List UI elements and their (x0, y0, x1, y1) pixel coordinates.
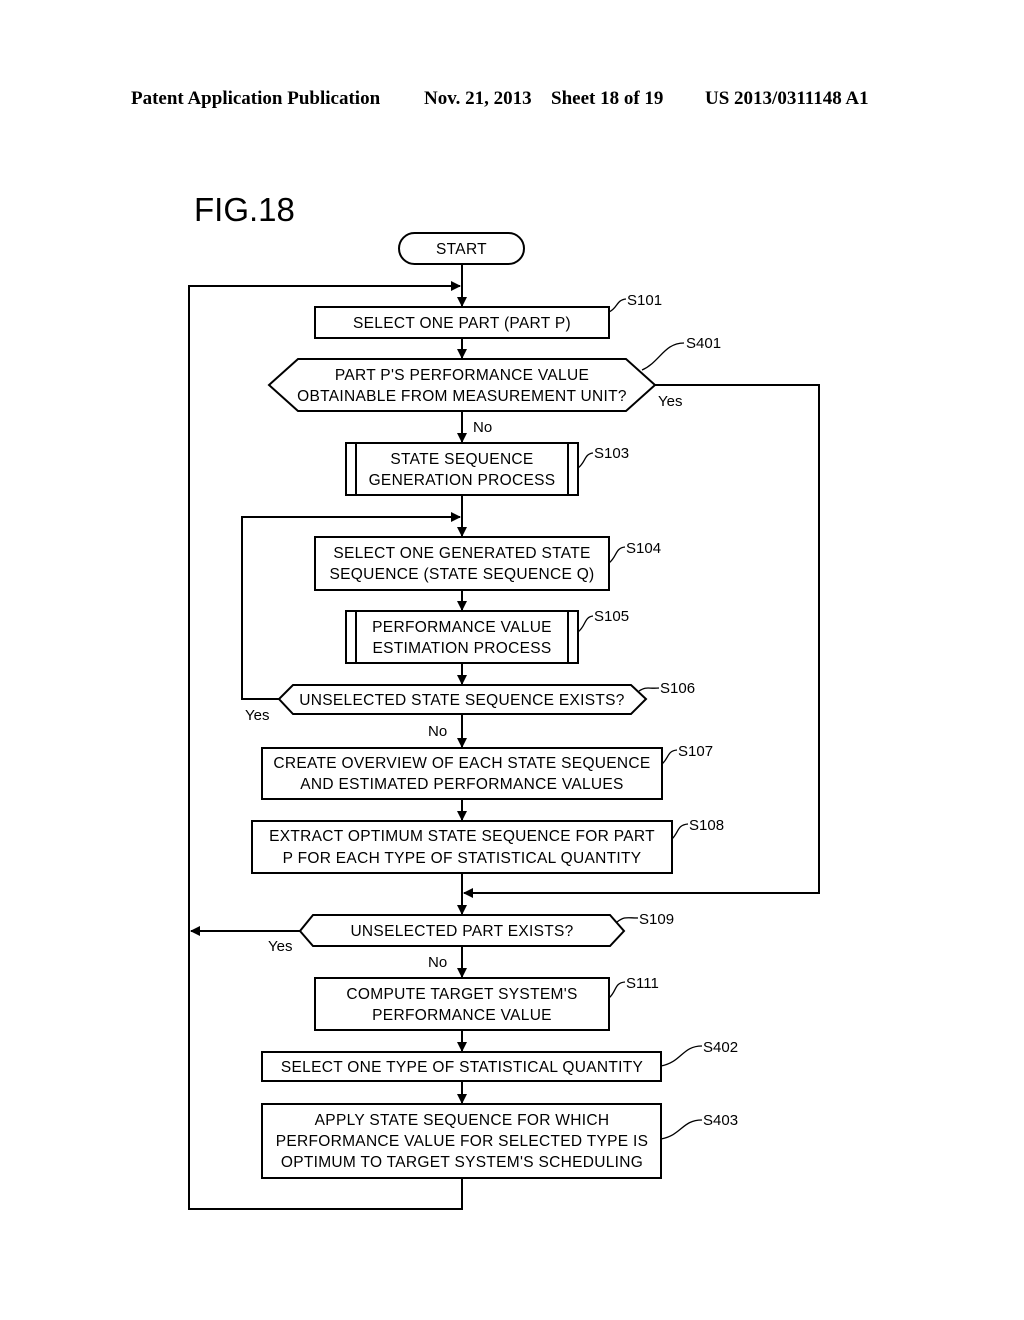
s108-text-line-2: P FOR EACH TYPE OF STATISTICAL QUANTITY (283, 850, 642, 867)
s103-text-line-2: GENERATION PROCESS (369, 472, 556, 489)
s107-step-label: S107 (678, 743, 713, 760)
step-s111: COMPUTE TARGET SYSTEM'S PERFORMANCE VALU… (314, 975, 659, 1031)
s104-text-line-1: SELECT ONE GENERATED STATE (333, 545, 590, 562)
s106-no-label: No (428, 723, 447, 740)
s401-step-label: S401 (686, 335, 721, 352)
s106-step-label: S106 (660, 680, 695, 697)
flowchart: START SELECT ONE PART (PART P) S101 PART… (188, 232, 820, 1210)
s403-text-line-2: PERFORMANCE VALUE FOR SELECTED TYPE IS (276, 1133, 649, 1150)
step-s107: CREATE OVERVIEW OF EACH STATE SEQUENCE A… (261, 743, 713, 800)
s403-text-line-1: APPLY STATE SEQUENCE FOR WHICH (315, 1112, 610, 1129)
start-label: START (436, 241, 487, 258)
s401-no-label: No (473, 419, 492, 436)
s401-text-line-1: PART P'S PERFORMANCE VALUE (335, 367, 589, 384)
step-s403: APPLY STATE SEQUENCE FOR WHICH PERFORMAN… (261, 1103, 738, 1179)
s403-text-line-3: OPTIMUM TO TARGET SYSTEM'S SCHEDULING (281, 1154, 643, 1171)
s107-text-line-1: CREATE OVERVIEW OF EACH STATE SEQUENCE (273, 755, 650, 772)
s105-text-line-1: PERFORMANCE VALUE (372, 619, 552, 636)
step-s401-decision: PART P'S PERFORMANCE VALUE OBTAINABLE FR… (267, 335, 721, 436)
s105-text-line-2: ESTIMATION PROCESS (372, 640, 551, 657)
s109-step-label: S109 (639, 911, 674, 928)
step-s106-decision: UNSELECTED STATE SEQUENCE EXISTS? S106 Y… (245, 680, 695, 740)
s108-step-label: S108 (689, 817, 724, 834)
step-s108: EXTRACT OPTIMUM STATE SEQUENCE FOR PART … (251, 817, 724, 874)
s109-text: UNSELECTED PART EXISTS? (350, 923, 573, 940)
s104-text-line-2: SEQUENCE (STATE SEQUENCE Q) (329, 566, 594, 583)
start-terminal: START (398, 232, 525, 265)
step-s101: SELECT ONE PART (PART P) S101 (314, 292, 662, 339)
s103-step-label: S103 (594, 445, 629, 462)
s106-yes-label: Yes (245, 707, 269, 724)
s104-step-label: S104 (626, 540, 661, 557)
s106-text: UNSELECTED STATE SEQUENCE EXISTS? (299, 692, 625, 709)
s401-yes-label: Yes (658, 393, 682, 410)
s403-step-label: S403 (703, 1112, 738, 1129)
s109-no-label: No (428, 954, 447, 971)
s111-text-line-2: PERFORMANCE VALUE (372, 1007, 552, 1024)
s101-text: SELECT ONE PART (PART P) (353, 315, 571, 332)
s402-text: SELECT ONE TYPE OF STATISTICAL QUANTITY (281, 1059, 643, 1076)
s103-text-line-1: STATE SEQUENCE (390, 451, 533, 468)
s107-text-line-2: AND ESTIMATED PERFORMANCE VALUES (300, 776, 623, 793)
s111-text-line-1: COMPUTE TARGET SYSTEM'S (346, 986, 577, 1003)
s402-step-label: S402 (703, 1039, 738, 1056)
s108-text-line-1: EXTRACT OPTIMUM STATE SEQUENCE FOR PART (269, 828, 655, 845)
step-s105-process: PERFORMANCE VALUE ESTIMATION PROCESS S10… (345, 608, 629, 664)
s109-yes-label: Yes (268, 938, 292, 955)
s111-step-label: S111 (626, 975, 659, 992)
step-s402: SELECT ONE TYPE OF STATISTICAL QUANTITY … (261, 1039, 738, 1082)
step-s104: SELECT ONE GENERATED STATE SEQUENCE (STA… (314, 536, 661, 591)
step-s103-process: STATE SEQUENCE GENERATION PROCESS S103 (345, 442, 629, 496)
s105-step-label: S105 (594, 608, 629, 625)
step-s109-decision: UNSELECTED PART EXISTS? S109 Yes No (268, 911, 674, 971)
s101-step-label: S101 (627, 292, 662, 309)
s401-text-line-2: OBTAINABLE FROM MEASUREMENT UNIT? (297, 388, 627, 405)
